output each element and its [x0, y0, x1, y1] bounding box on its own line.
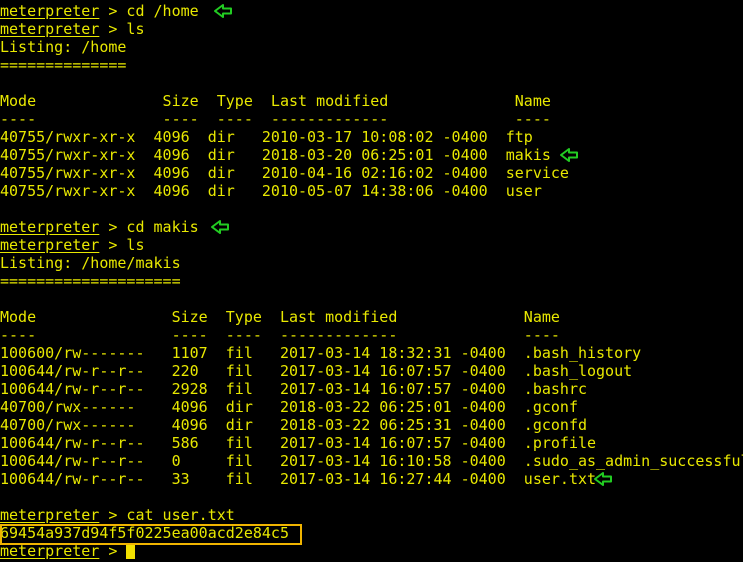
command-text: > cd /home: [99, 2, 199, 20]
prompt-label: meterpreter: [0, 2, 100, 20]
prompt-label: meterpreter: [0, 218, 100, 236]
terminal-line: meterpreter > ls: [0, 20, 743, 38]
command-text: > cd makis: [99, 218, 199, 236]
terminal-line: meterpreter > ls: [0, 236, 743, 254]
table-header: Mode Size Type Last modified Name: [0, 92, 551, 110]
text-cursor[interactable]: [126, 543, 136, 559]
table-row: 100644/rw-r--r-- 2928 fil 2017-03-14 16:…: [0, 380, 587, 398]
table-row: 40755/rwxr-xr-x 4096 dir 2010-04-16 02:1…: [0, 164, 569, 182]
terminal-line: meterpreter > cat user.txt: [0, 506, 743, 524]
command-text: > ls: [99, 20, 145, 38]
command-text: >: [99, 542, 127, 560]
table-separator: ---- ---- ---- ------------- ----: [0, 326, 560, 344]
table-row: 100644/rw-r--r-- 33 fil 2017-03-14 16:27…: [0, 470, 743, 488]
terminal-line: meterpreter > cd makis: [0, 218, 743, 236]
green-left-arrow-icon: [592, 470, 614, 488]
table-row: 40700/rwx------ 4096 dir 2018-03-22 06:2…: [0, 416, 587, 434]
table-row: 40755/rwxr-xr-x 4096 dir 2010-05-07 14:3…: [0, 182, 542, 200]
table-row: 40755/rwxr-xr-x 4096 dir 2018-03-20 06:2…: [0, 146, 743, 164]
table-row: 40755/rwxr-xr-x 4096 dir 2010-03-17 10:0…: [0, 128, 533, 146]
table-row-text: 100644/rw-r--r-- 33 fil 2017-03-14 16:27…: [0, 470, 597, 488]
table-header: Mode Size Type Last modified Name: [0, 308, 560, 326]
table-row-text: 40755/rwxr-xr-x 4096 dir 2018-03-20 06:2…: [0, 146, 551, 164]
prompt-label: meterpreter: [0, 506, 100, 524]
table-row: 100600/rw------- 1107 fil 2017-03-14 18:…: [0, 344, 642, 362]
terminal-line: Listing: /home/makis: [0, 254, 181, 272]
terminal-line: ==============: [0, 56, 127, 74]
terminal-line: meterpreter > cd /home: [0, 2, 743, 20]
green-left-arrow-icon: [558, 146, 580, 164]
table-row: 100644/rw-r--r-- 586 fil 2017-03-14 16:0…: [0, 434, 597, 452]
active-prompt-line[interactable]: meterpreter >: [0, 542, 743, 560]
green-left-arrow-icon: [212, 2, 234, 20]
meterpreter-terminal[interactable]: meterpreter > cd /home meterpreter > ls …: [0, 0, 743, 562]
command-text: > cat user.txt: [99, 506, 235, 524]
flag-output: 69454a937d94f5f0225ea00acd2e84c5: [0, 524, 289, 542]
command-text: > ls: [99, 236, 145, 254]
table-row: 100644/rw-r--r-- 220 fil 2017-03-14 16:0…: [0, 362, 633, 380]
green-left-arrow-icon: [209, 218, 231, 236]
table-separator: ---- ---- ---- ------------- ----: [0, 110, 551, 128]
table-row: 40700/rwx------ 4096 dir 2018-03-22 06:2…: [0, 398, 578, 416]
table-row: 100644/rw-r--r-- 0 fil 2017-03-14 16:10:…: [0, 452, 743, 470]
prompt-label: meterpreter: [0, 20, 100, 38]
prompt-label: meterpreter: [0, 542, 100, 560]
terminal-line: Listing: /home: [0, 38, 127, 56]
prompt-label: meterpreter: [0, 236, 100, 254]
terminal-line: ====================: [0, 272, 181, 290]
